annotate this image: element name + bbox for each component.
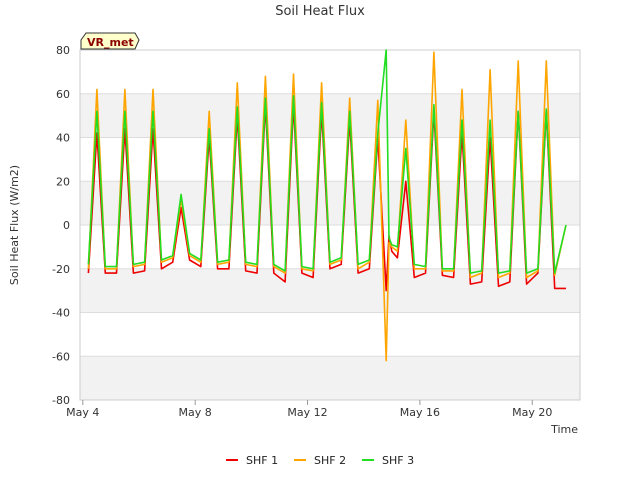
legend-label-shf-1: SHF 1: [246, 454, 278, 467]
y-tick-label: 40: [56, 132, 70, 145]
y-tick-label: -20: [52, 263, 70, 276]
x-tick-label: May 12: [287, 406, 327, 419]
x-tick-label: May 16: [400, 406, 440, 419]
legend-label-shf-3: SHF 3: [382, 454, 414, 467]
y-tick-label: -40: [52, 307, 70, 320]
background-band: [80, 50, 580, 94]
y-tick-label: 60: [56, 88, 70, 101]
y-axis-tick-labels: -80-60-40-20020406080: [52, 44, 70, 407]
legend: SHF 1 SHF 2 SHF 3: [226, 454, 414, 467]
y-tick-label: 20: [56, 175, 70, 188]
background-band: [80, 356, 580, 400]
x-axis-tick-labels: May 4 May 8 May 12 May 16 May 20: [66, 400, 552, 419]
x-axis-label: Time: [550, 423, 578, 436]
x-tick-label: May 8: [179, 406, 212, 419]
badge-label: VR_met: [87, 36, 134, 49]
chart-title: Soil Heat Flux: [275, 4, 365, 19]
y-tick-label: -60: [52, 350, 70, 363]
y-tick-label: 80: [56, 44, 70, 57]
site-badge: VR_met: [80, 32, 140, 50]
legend-label-shf-2: SHF 2: [314, 454, 346, 467]
y-tick-label: 0: [63, 219, 70, 232]
soil-heat-flux-chart: -80-60-40-20020406080 May 4 May 8 May 12 Ma…: [8, 4, 581, 467]
y-axis-label: Soil Heat Flux (W/m2): [8, 165, 21, 285]
x-tick-label: May 4: [66, 406, 99, 419]
x-tick-label: May 20: [512, 406, 552, 419]
background-band: [80, 181, 580, 225]
background-band: [80, 312, 580, 357]
